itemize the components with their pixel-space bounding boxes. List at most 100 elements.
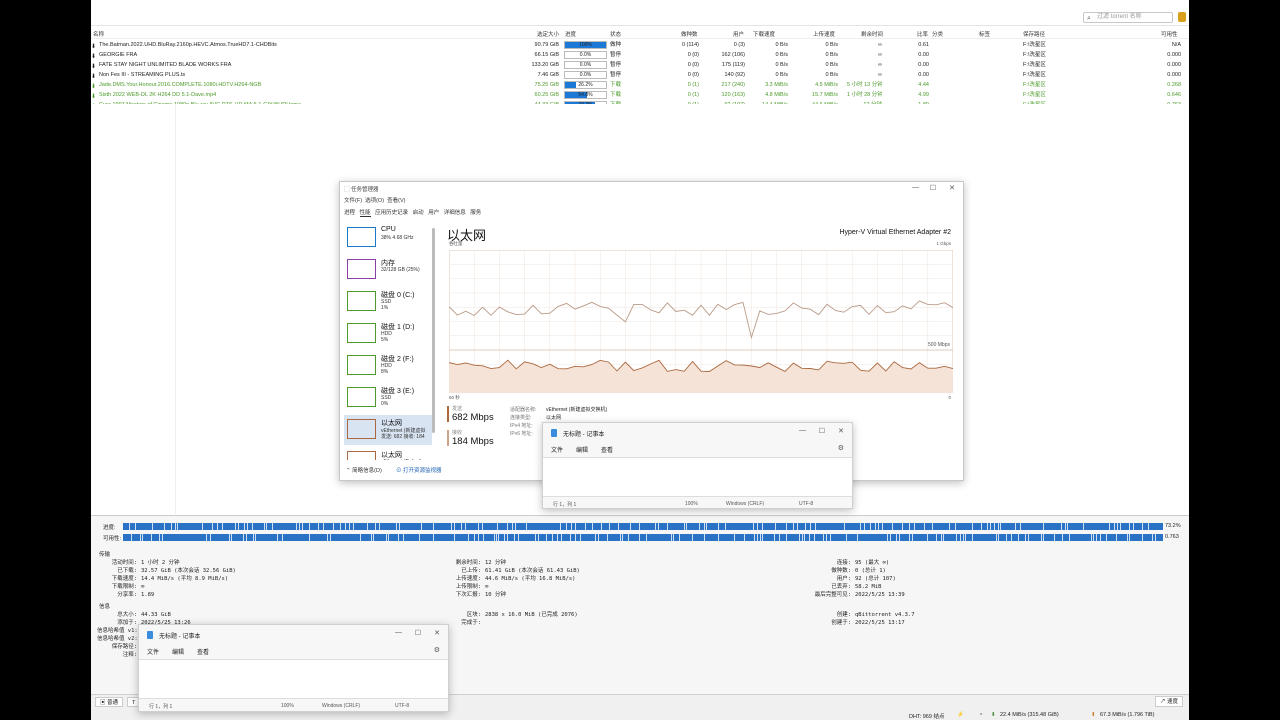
minimize-button[interactable]: —	[912, 184, 919, 191]
table-row[interactable]: ⬇ GEORGIE FRA 66.15 GiB 暂停 0 (0) 162 (106) 0 B…	[91, 50, 1189, 60]
notepad-text-area[interactable]	[139, 659, 448, 699]
tab-general-label: 普通	[107, 700, 119, 706]
perf-item[interactable]: 以太网vEthernet (Default	[344, 447, 432, 460]
perf-item-line1: 32/128 GB (25%)	[381, 267, 420, 273]
col-availability[interactable]: 可用性	[1161, 30, 1178, 38]
perf-thumb	[347, 227, 376, 247]
maximize-button[interactable]: ☐	[819, 427, 825, 435]
prop-row: 下载速度: 14.4 MiB/s (平均 8.9 MiB/s)	[97, 574, 228, 582]
col-progress[interactable]: 进度	[565, 30, 576, 38]
progress-bar: 0.0%	[564, 51, 607, 59]
prop-key: 添加于:	[117, 620, 137, 626]
col-tags[interactable]: 标签	[979, 30, 990, 38]
torrent-seeds: 0 (0)	[687, 72, 699, 78]
close-button[interactable]: ✕	[949, 184, 955, 192]
torrent-name: GEORGIE FRA	[99, 52, 138, 58]
torrent-peers: 120 (163)	[721, 92, 745, 98]
speed-button[interactable]: ↗ 速度	[1154, 696, 1183, 707]
torrent-peers: 162 (106)	[721, 52, 745, 58]
search-input[interactable]: ⌕ 过滤 torrent 名称	[1083, 12, 1173, 23]
torrent-status: 下载	[610, 82, 622, 88]
prop-key: 注释:	[122, 652, 137, 658]
tab-users[interactable]: 用户	[428, 210, 439, 216]
table-row[interactable]: ⬇ Jade.DMS.Your.Honour.2016.COMPLETE.1080…	[91, 80, 1189, 90]
perf-item[interactable]: 以太网 vEthernet (新建虚拟 发送: 682 接收: 184	[344, 415, 432, 445]
menu-options[interactable]: 选项(O)	[365, 198, 384, 204]
menu-file[interactable]: 文件	[551, 445, 563, 454]
prop-row: 做种数: 0 (总计 1)	[781, 566, 886, 574]
perf-item[interactable]: 内存 32/128 GB (25%)	[344, 255, 432, 285]
menu-view[interactable]: 查看	[601, 445, 613, 454]
torrent-eta: ∞	[878, 42, 882, 48]
col-dl-speed[interactable]: 下载速度	[753, 30, 775, 38]
graph-zero-label: 0	[948, 395, 951, 400]
table-row[interactable]: ⬇ Non Fes III - STREAMING PLUS.ts 7.46 GiB…	[91, 70, 1189, 80]
network-icon[interactable]: ⚡	[957, 712, 964, 718]
notepad-icon	[147, 631, 153, 639]
perf-item-line2: 5%	[381, 337, 389, 343]
table-row[interactable]: ⬇ The.Batman.2022.UHD.BluRay.2160p.HEVC.A…	[91, 40, 1189, 50]
perf-item[interactable]: 磁盘 3 (E:) SSD 0%	[344, 383, 432, 413]
open-resource-monitor-link[interactable]: ⊘ 打开资源监视器	[396, 466, 442, 474]
progress-text: 100%	[579, 42, 592, 48]
download-speed[interactable]: 22.4 MiB/s (315.48 GiB)	[1000, 712, 1059, 718]
zoom-level: 100%	[685, 501, 698, 507]
perf-item[interactable]: 磁盘 1 (D:) HDD 5%	[344, 319, 432, 349]
prop-row: 上传速度: 44.6 MiB/s (平均 16.8 MiB/s)	[441, 574, 576, 582]
tab-general[interactable]: ▣ 普通	[95, 697, 124, 707]
detail-key: IPv4 地址:	[510, 423, 533, 429]
col-eta[interactable]: 剩余时间	[861, 30, 883, 38]
prop-key: 已下载:	[117, 568, 137, 574]
col-name[interactable]: 名称	[93, 30, 104, 38]
sidebar-scrollbar[interactable]	[432, 228, 435, 433]
col-save-path[interactable]: 保存路径	[1023, 30, 1045, 38]
perf-item[interactable]: 磁盘 0 (C:) SSD 1%	[344, 287, 432, 317]
detail-value: 以太网	[546, 415, 562, 421]
col-size[interactable]: 选定大小	[537, 30, 559, 38]
menu-edit[interactable]: 编辑	[576, 445, 588, 454]
col-ul-speed[interactable]: 上传速度	[813, 30, 835, 38]
prop-row: 已上传: 61.41 GiB (本次会话 61.43 GiB)	[441, 566, 580, 574]
col-ratio[interactable]: 比率	[917, 30, 928, 38]
maximize-button[interactable]: ☐	[930, 184, 936, 192]
tab-performance[interactable]: 性能	[359, 210, 371, 217]
menu-file[interactable]: 文件	[147, 647, 159, 656]
table-row[interactable]: ⬇ FATE STAY NIGHT UNLIMITED BLADE WORKS F…	[91, 60, 1189, 70]
col-status[interactable]: 状态	[610, 30, 621, 38]
progress-bar: 26.2%	[564, 81, 607, 89]
table-row[interactable]: ⬇ Sixth 2022 WEB-DL 2K H264 DD 5.1-Dave.m…	[91, 90, 1189, 100]
prop-key: 下载限制:	[111, 584, 137, 590]
tab-app-history[interactable]: 应用历史记录	[375, 210, 408, 216]
fewer-details-button[interactable]: ⌃ 简略信息(D)	[346, 466, 382, 474]
alt-speed-icon[interactable]: ◔	[979, 712, 982, 718]
tab-startup[interactable]: 启动	[413, 210, 424, 216]
prop-row: 注释:	[97, 650, 141, 658]
col-category[interactable]: 分类	[932, 30, 943, 38]
notepad-text-area[interactable]	[543, 457, 852, 497]
recv-label: 接收	[452, 430, 463, 436]
col-seeds[interactable]: 做种数	[681, 30, 698, 38]
line-ending: Windows (CRLF)	[322, 703, 361, 709]
toolbar: ⌕ 过滤 torrent 名称	[91, 0, 1189, 26]
torrent-dl-speed: 0 B/s	[775, 72, 788, 78]
close-button[interactable]: ✕	[434, 629, 440, 637]
menu-view[interactable]: 查看	[197, 647, 209, 656]
tab-details[interactable]: 详细信息	[444, 210, 466, 216]
settings-gear-icon[interactable]: ⚙	[838, 444, 844, 452]
close-button[interactable]: ✕	[838, 427, 844, 435]
maximize-button[interactable]: ☐	[415, 629, 421, 637]
menu-view[interactable]: 查看(V)	[387, 198, 405, 204]
tab-processes[interactable]: 进程	[344, 210, 355, 216]
perf-item[interactable]: 磁盘 2 (F:) HDD 8%	[344, 351, 432, 381]
prop-key: 剩余时间:	[455, 560, 481, 566]
minimize-button[interactable]: —	[799, 427, 806, 434]
lock-icon[interactable]	[1178, 12, 1186, 22]
tab-services[interactable]: 服务	[470, 210, 481, 216]
menu-edit[interactable]: 编辑	[172, 647, 184, 656]
menu-file[interactable]: 文件(F)	[344, 198, 362, 204]
settings-gear-icon[interactable]: ⚙	[434, 646, 440, 654]
col-peers[interactable]: 用户	[733, 30, 744, 38]
upload-speed[interactable]: 67.3 MiB/s (1.796 TiB)	[1100, 712, 1154, 718]
minimize-button[interactable]: —	[395, 629, 402, 636]
perf-item[interactable]: CPU 38% 4.68 GHz	[344, 223, 432, 253]
